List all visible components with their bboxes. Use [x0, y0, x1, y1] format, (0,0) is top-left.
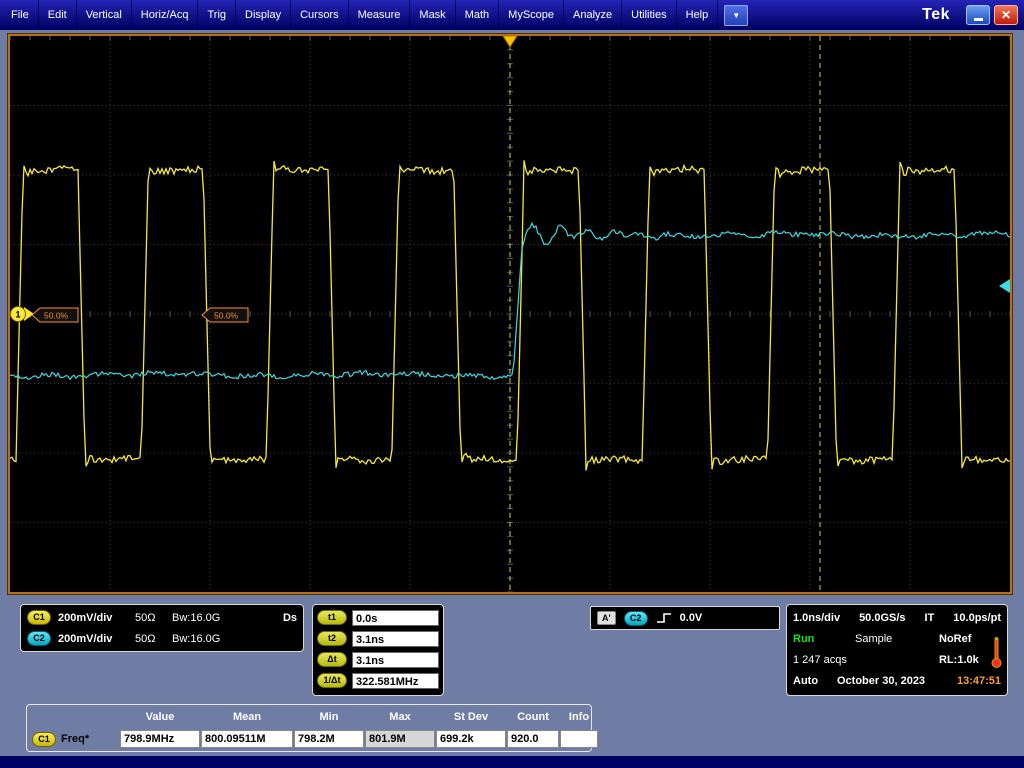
measurement-table: Value Mean Min Max St Dev Count Info C1 … — [26, 704, 592, 752]
measurement-info-cell — [560, 730, 598, 748]
horizontal-readout-panel: 1.0ns/div 50.0GS/s IT 10.0ps/pt Run Samp… — [786, 604, 1008, 696]
time-value: 13:47:51 — [957, 675, 1001, 687]
tek-logo: Tek — [922, 6, 950, 24]
cursor-inv-delta-t-row: 1/Δt 322.581MHz — [317, 670, 439, 691]
header-mean: Mean — [201, 711, 293, 723]
menu-item-horiz-acq[interactable]: Horiz/Acq — [132, 0, 199, 30]
cursor-t2-badge: t2 — [317, 631, 347, 646]
chevron-down-icon: ▼ — [732, 11, 740, 20]
minimize-button[interactable] — [966, 5, 990, 25]
menu-overflow-button[interactable]: ▼ — [724, 5, 748, 26]
flag-label: 50.0% — [214, 311, 239, 321]
measurement-min-cell: 798.2M — [294, 730, 364, 748]
minimize-icon — [974, 18, 983, 21]
menu-item-cursors[interactable]: Cursors — [291, 0, 349, 30]
measurement-row[interactable]: C1 Freq* 798.9MHz 800.09511M 798.2M 801.… — [29, 728, 589, 750]
ch1-dsp-indicator: Ds — [283, 612, 297, 624]
menu-item-help[interactable]: Help — [677, 0, 719, 30]
measurement-stdev-cell: 699.2k — [436, 730, 506, 748]
waveform-frame: 1 50.0% 50.0% — [8, 34, 1012, 594]
header-value: Value — [120, 711, 200, 723]
measurement-name: Freq* — [61, 731, 89, 748]
menu-bar: File Edit Vertical Horiz/Acq Trig Displa… — [0, 0, 1024, 30]
waveform-display[interactable]: 1 50.0% 50.0% — [10, 36, 1010, 592]
measurement-name-cell: C1 Freq* — [29, 730, 119, 748]
menu-item-math[interactable]: Math — [456, 0, 499, 30]
header-max: Max — [365, 711, 435, 723]
menu-item-edit[interactable]: Edit — [39, 0, 77, 30]
menu-item-measure[interactable]: Measure — [349, 0, 411, 30]
menu-item-file[interactable]: File — [2, 0, 39, 30]
ch2-bandwidth: Bw:16.0G — [172, 633, 234, 645]
date-value: October 30, 2023 — [837, 675, 957, 687]
flag-label: 50.0% — [44, 311, 69, 321]
trigger-mode: Auto — [793, 675, 837, 687]
header-min: Min — [294, 711, 364, 723]
run-status: Run — [793, 633, 855, 645]
measurement-mean-cell: 800.09511M — [201, 730, 293, 748]
sample-rate-value: 50.0GS/s — [859, 612, 905, 624]
menu-item-vertical[interactable]: Vertical — [77, 0, 132, 30]
ch1-readout-row: C1 200mV/div 50Ω Bw:16.0G Ds — [27, 607, 297, 628]
header-stdev: St Dev — [436, 711, 506, 723]
cursor-t2-value: 3.1ns — [352, 631, 439, 647]
cursor-delta-t-badge: Δt — [317, 652, 347, 667]
ch2-position-marker[interactable] — [999, 279, 1010, 293]
measurement-count-cell: 920.0 — [507, 730, 559, 748]
ch2-impedance: 50Ω — [135, 633, 165, 645]
ch1-bandwidth: Bw:16.0G — [172, 612, 234, 624]
measurement-header-row: Value Mean Min Max St Dev Count Info — [29, 706, 589, 728]
timebase-value: 1.0ns/div — [793, 612, 840, 624]
channel-readout-panel: C1 200mV/div 50Ω Bw:16.0G Ds C2 200mV/di… — [20, 604, 304, 652]
thermometer-icon — [990, 635, 1003, 669]
close-icon: ✕ — [1001, 8, 1011, 22]
menu-item-analyze[interactable]: Analyze — [564, 0, 622, 30]
acq-count: 1 247 acqs — [793, 654, 939, 666]
trigger-level-value: 0.0V — [680, 612, 703, 624]
cursor-readout-panel: t1 0.0s t2 3.1ns Δt 3.1ns 1/Δt 322.581MH… — [312, 604, 444, 696]
trigger-source-badge[interactable]: C2 — [624, 611, 648, 626]
cursor-inv-delta-t-badge: 1/Δt — [317, 673, 347, 688]
trigger-position-marker[interactable] — [503, 36, 517, 47]
ref-status: NoRef — [939, 633, 971, 645]
interp-mode: IT — [925, 612, 935, 624]
cursor-t1-row: t1 0.0s — [317, 607, 439, 628]
record-length: RL:1.0k — [939, 654, 979, 666]
measurement-source-badge: C1 — [32, 732, 56, 747]
oscilloscope-app: File Edit Vertical Horiz/Acq Trig Displa… — [0, 0, 1024, 768]
cursor-t1-badge: t1 — [317, 610, 347, 625]
menu-item-utilities[interactable]: Utilities — [622, 0, 676, 30]
acq-mode: Sample — [855, 633, 939, 645]
datetime-row: Auto October 30, 2023 13:47:51 — [793, 670, 1001, 691]
cursor-inv-delta-t-value: 322.581MHz — [352, 673, 439, 689]
ch2-badge[interactable]: C2 — [27, 631, 51, 646]
acq-state-row: Run Sample NoRef — [793, 628, 1001, 649]
cursor-delta-t-row: Δt 3.1ns — [317, 649, 439, 670]
ch1-scale: 200mV/div — [58, 612, 128, 624]
menu-item-trig[interactable]: Trig — [198, 0, 236, 30]
timebase-row: 1.0ns/div 50.0GS/s IT 10.0ps/pt — [793, 607, 1001, 628]
ch2-scale: 200mV/div — [58, 633, 128, 645]
menu-item-myscope[interactable]: MyScope — [499, 0, 564, 30]
header-count: Count — [507, 711, 559, 723]
cursor-t1-value: 0.0s — [352, 610, 439, 626]
trigger-readout-panel: A' C2 0.0V — [590, 606, 780, 630]
cursor-delta-t-value: 3.1ns — [352, 652, 439, 668]
close-button[interactable]: ✕ — [994, 5, 1018, 25]
ch1-badge[interactable]: C1 — [27, 610, 51, 625]
measurement-value-cell: 798.9MHz — [120, 730, 200, 748]
trigger-seq-badge: A' — [597, 611, 616, 625]
acq-count-row: 1 247 acqs RL:1.0k — [793, 649, 1001, 670]
menu-item-mask[interactable]: Mask — [410, 0, 455, 30]
resolution-value: 10.0ps/pt — [953, 612, 1001, 624]
bottom-strip — [0, 756, 1024, 768]
measurement-max-cell: 801.9M — [365, 730, 435, 748]
menu-item-display[interactable]: Display — [236, 0, 291, 30]
ch2-readout-row: C2 200mV/div 50Ω Bw:16.0G — [27, 628, 297, 649]
cursor-t2-row: t2 3.1ns — [317, 628, 439, 649]
header-info: Info — [560, 711, 598, 723]
rising-edge-icon — [656, 611, 672, 625]
ch1-marker-label: 1 — [15, 310, 20, 320]
ch1-impedance: 50Ω — [135, 612, 165, 624]
